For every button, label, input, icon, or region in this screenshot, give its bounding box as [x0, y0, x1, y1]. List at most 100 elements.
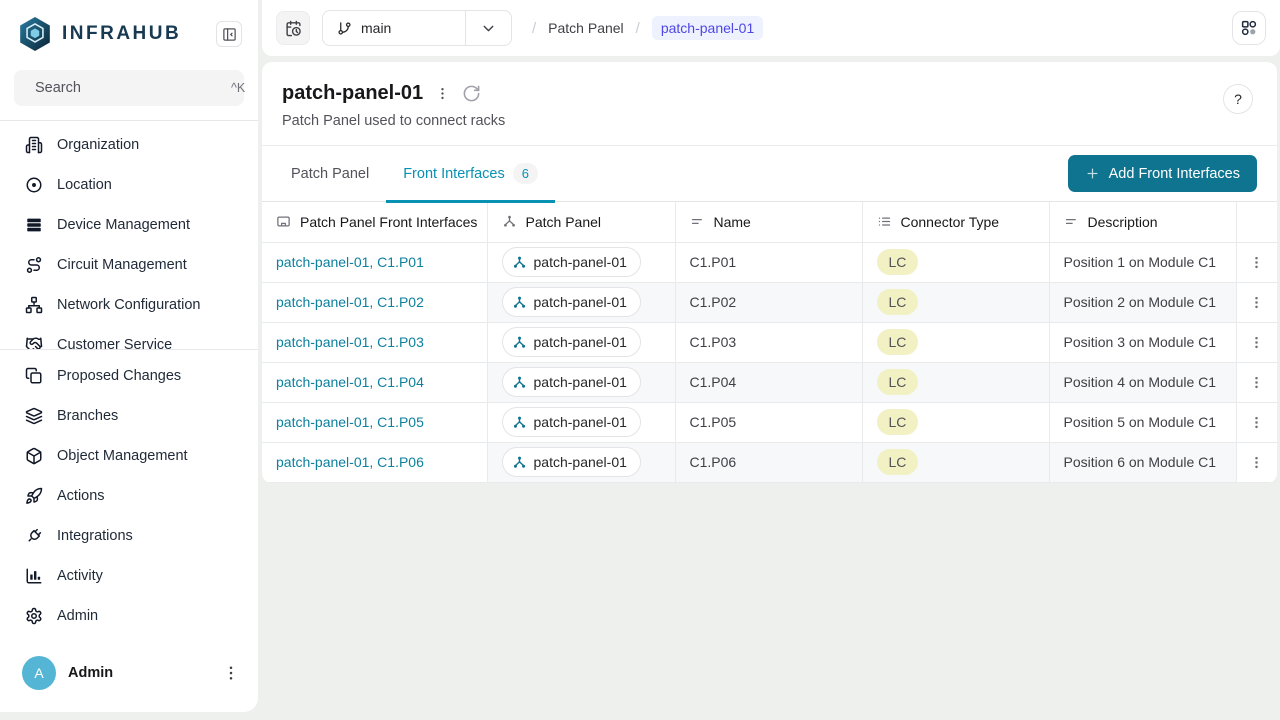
app-name: INFRAHUB — [62, 23, 181, 45]
table-row: patch-panel-01, C1.P05 patch-panel-01 C1… — [262, 402, 1277, 442]
sidebar-item-label: Object Management — [57, 448, 188, 464]
name-cell: C1.P02 — [675, 282, 862, 322]
infrahub-logo[interactable]: INFRAHUB — [18, 16, 181, 52]
sidebar-item-label: Customer Service — [57, 337, 172, 349]
sidebar-item[interactable]: Activity — [0, 556, 258, 596]
front-interface-link[interactable]: patch-panel-01, C1.P02 — [276, 294, 424, 310]
user-kebab-menu-icon[interactable] — [222, 664, 240, 682]
patch-panel-pill[interactable]: patch-panel-01 — [502, 247, 641, 277]
port-icon — [276, 214, 291, 229]
connector-type-badge: LC — [877, 289, 919, 315]
relationship-icon — [502, 214, 517, 229]
sidebar-item-label: Proposed Changes — [57, 368, 181, 384]
time-travel-button[interactable] — [276, 11, 310, 45]
rocket-icon — [25, 487, 43, 505]
refresh-icon[interactable] — [462, 84, 481, 103]
table-row: patch-panel-01, C1.P06 patch-panel-01 C1… — [262, 442, 1277, 482]
sidebar-collapse-button[interactable] — [216, 21, 242, 47]
relationship-icon — [512, 455, 527, 470]
connector-type-badge: LC — [877, 409, 919, 435]
front-interface-link[interactable]: patch-panel-01, C1.P01 — [276, 254, 424, 270]
patch-panel-pill[interactable]: patch-panel-01 — [502, 367, 641, 397]
breadcrumb-patch-panel[interactable]: Patch Panel — [548, 20, 624, 36]
connector-type-badge: LC — [877, 329, 919, 355]
front-interface-link[interactable]: patch-panel-01, C1.P05 — [276, 414, 424, 430]
sidebar-item-label: Device Management — [57, 217, 190, 233]
box-icon — [25, 447, 43, 465]
table-row: patch-panel-01, C1.P03 patch-panel-01 C1… — [262, 322, 1277, 362]
sidebar-item[interactable]: Integrations — [0, 516, 258, 556]
description-cell: Position 6 on Module C1 — [1049, 442, 1236, 482]
apps-grid-icon — [1240, 19, 1258, 37]
building-icon — [25, 136, 43, 154]
row-kebab-menu-icon[interactable] — [1249, 335, 1264, 350]
column-header-description: Description — [1049, 202, 1236, 242]
sidebar-item-label: Location — [57, 177, 112, 193]
breadcrumb-separator: / — [636, 20, 640, 37]
name-cell: C1.P04 — [675, 362, 862, 402]
name-cell: C1.P01 — [675, 242, 862, 282]
branch-selector-value[interactable]: main — [323, 20, 465, 36]
sidebar-item[interactable]: Actions — [0, 476, 258, 516]
column-header-patch-panel: Patch Panel — [487, 202, 675, 242]
title-kebab-menu-icon[interactable] — [435, 86, 450, 101]
front-interface-link[interactable]: patch-panel-01, C1.P06 — [276, 454, 424, 470]
column-header-front-interfaces: Patch Panel Front Interfaces — [262, 202, 487, 242]
row-kebab-menu-icon[interactable] — [1249, 295, 1264, 310]
calendar-clock-icon — [285, 20, 302, 37]
route-icon — [25, 256, 43, 274]
row-kebab-menu-icon[interactable] — [1249, 455, 1264, 470]
bar-chart-icon — [25, 567, 43, 585]
patch-panel-pill[interactable]: patch-panel-01 — [502, 407, 641, 437]
add-front-interfaces-button[interactable]: Add Front Interfaces — [1068, 155, 1257, 192]
branch-selector-dropdown[interactable] — [465, 10, 511, 46]
server-icon — [25, 216, 43, 234]
relationship-icon — [512, 255, 527, 270]
breadcrumb-current-object[interactable]: patch-panel-01 — [652, 16, 763, 40]
git-branch-icon — [337, 21, 352, 36]
sidebar-item[interactable]: Device Management — [0, 205, 258, 245]
sidebar-item[interactable]: Location — [0, 165, 258, 205]
chevron-down-icon — [480, 20, 497, 37]
plug-icon — [25, 527, 43, 545]
row-kebab-menu-icon[interactable] — [1249, 375, 1264, 390]
user-menu-row[interactable]: A Admin — [0, 642, 258, 712]
search-shortcut: ^K — [231, 81, 245, 95]
sidebar-item[interactable]: Customer Service — [0, 325, 258, 349]
page-description: Patch Panel used to connect racks — [282, 113, 1257, 129]
search-field[interactable] — [35, 80, 222, 96]
sidebar-item[interactable]: Network Configuration — [0, 285, 258, 325]
apps-button[interactable] — [1232, 11, 1266, 45]
front-interface-link[interactable]: patch-panel-01, C1.P04 — [276, 374, 424, 390]
sidebar-item-label: Activity — [57, 568, 103, 584]
sidebar-item[interactable]: Admin — [0, 596, 258, 636]
breadcrumb-separator: / — [532, 20, 536, 37]
description-cell: Position 3 on Module C1 — [1049, 322, 1236, 362]
patch-panel-pill[interactable]: patch-panel-01 — [502, 287, 641, 317]
tab-patch-panel[interactable]: Patch Panel — [274, 146, 386, 202]
sidebar-item[interactable]: Organization — [0, 125, 258, 165]
plus-icon — [1085, 166, 1100, 181]
row-kebab-menu-icon[interactable] — [1249, 255, 1264, 270]
sidebar-item[interactable]: Branches — [0, 396, 258, 436]
patch-panel-pill[interactable]: patch-panel-01 — [502, 447, 641, 477]
help-button[interactable]: ? — [1223, 84, 1253, 114]
patch-panel-pill[interactable]: patch-panel-01 — [502, 327, 641, 357]
column-header-connector-type: Connector Type — [862, 202, 1049, 242]
front-interface-link[interactable]: patch-panel-01, C1.P03 — [276, 334, 424, 350]
search-input[interactable]: ^K — [14, 70, 244, 106]
sidebar-item-label: Integrations — [57, 528, 133, 544]
sidebar-item-label: Network Configuration — [57, 297, 200, 313]
sidebar-item[interactable]: Circuit Management — [0, 245, 258, 285]
topbar: main / Patch Panel / patch-panel-01 — [262, 0, 1280, 56]
branch-selector[interactable]: main — [322, 10, 512, 46]
sidebar-item[interactable]: Proposed Changes — [0, 356, 258, 396]
sidebar-item[interactable]: Object Management — [0, 436, 258, 476]
sidebar-item-label: Actions — [57, 488, 105, 504]
tab-front-interfaces[interactable]: Front Interfaces 6 — [386, 146, 555, 202]
row-kebab-menu-icon[interactable] — [1249, 415, 1264, 430]
relationship-icon — [512, 375, 527, 390]
infrahub-hexagon-logo-icon — [18, 16, 52, 52]
table-row: patch-panel-01, C1.P02 patch-panel-01 C1… — [262, 282, 1277, 322]
avatar[interactable]: A — [22, 656, 56, 690]
